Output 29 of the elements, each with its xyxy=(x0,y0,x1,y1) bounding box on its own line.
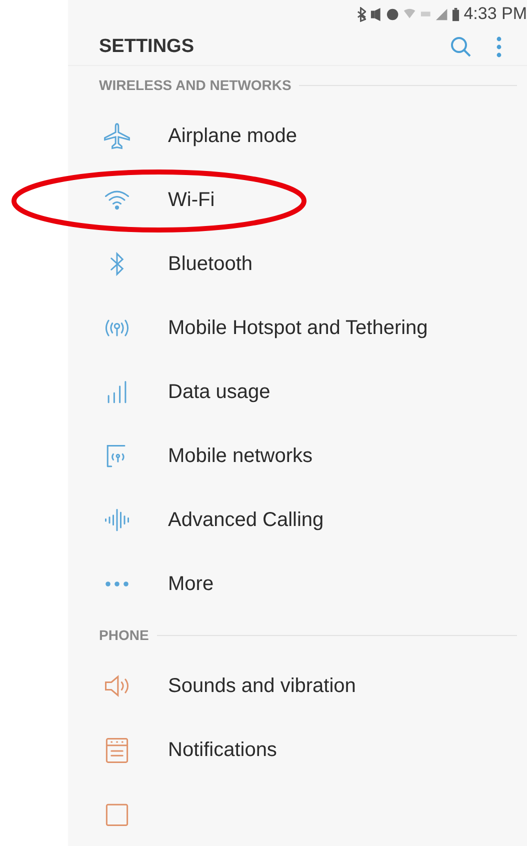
item-label: Notifications xyxy=(168,738,277,762)
settings-item[interactable]: Advanced Calling xyxy=(68,488,527,552)
item-label: More xyxy=(168,572,214,596)
settings-item[interactable]: Wi-Fi xyxy=(68,168,527,232)
more-options-icon[interactable] xyxy=(495,34,503,59)
item-label: Advanced Calling xyxy=(168,508,324,532)
item-label: Mobile Hotspot and Tethering xyxy=(168,316,428,340)
settings-item[interactable]: Mobile Hotspot and Tethering xyxy=(68,296,527,360)
bluetooth-icon xyxy=(356,6,366,22)
settings-item[interactable]: More xyxy=(68,552,527,616)
settings-item[interactable]: Data usage xyxy=(68,360,527,424)
section-header: PHONE xyxy=(99,627,149,643)
page-title: SETTINGS xyxy=(99,36,196,58)
cell-signal-icon xyxy=(435,6,448,22)
item-label: Mobile networks xyxy=(168,444,313,468)
settings-item[interactable]: Mobile networks xyxy=(68,424,527,488)
item-label: Airplane mode xyxy=(168,124,297,148)
item-label: Wi-Fi xyxy=(168,188,215,212)
settings-item[interactable]: Sounds and vibration xyxy=(68,654,527,718)
status-time: 4:33 PM xyxy=(464,4,527,24)
section-header: WIRELESS AND NETWORKS xyxy=(99,77,292,93)
item-label: Data usage xyxy=(168,380,270,404)
battery-icon xyxy=(452,6,460,22)
item-label: Sounds and vibration xyxy=(168,674,356,698)
search-icon[interactable] xyxy=(449,34,473,59)
item-label: Bluetooth xyxy=(168,252,253,276)
settings-item[interactable]: Airplane mode xyxy=(68,104,527,168)
settings-item[interactable]: Notifications xyxy=(68,718,527,782)
settings-item[interactable]: Bluetooth xyxy=(68,232,527,296)
